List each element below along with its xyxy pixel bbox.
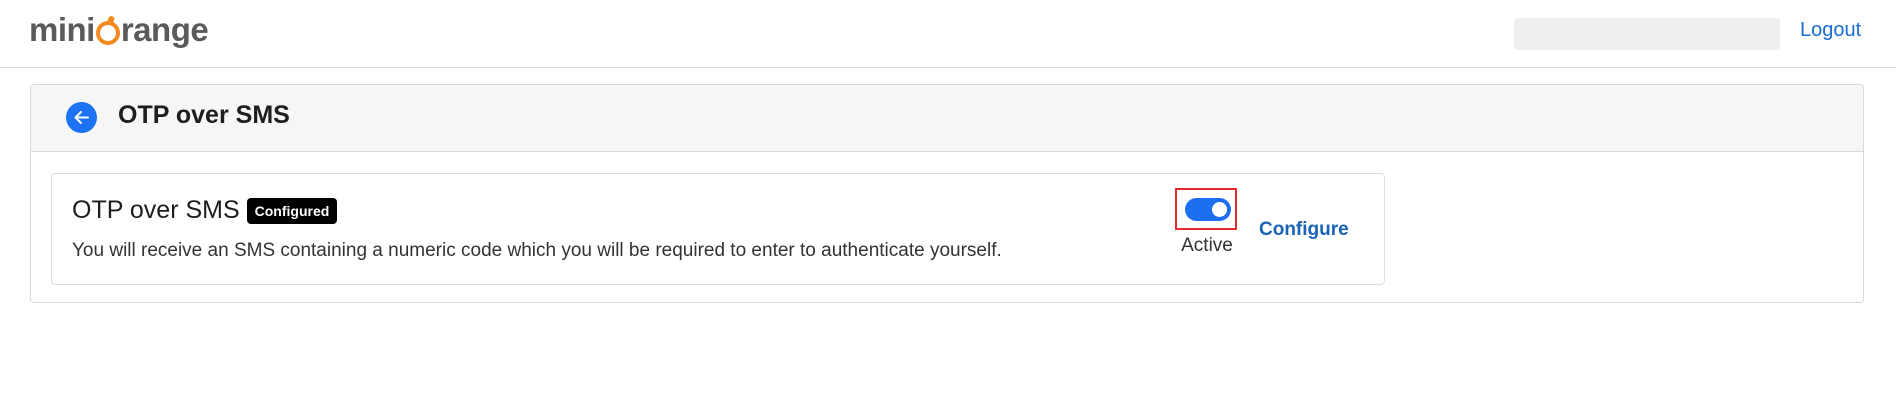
main-card: OTP over SMS OTP over SMS Configured You… <box>30 84 1864 303</box>
logo-text-prefix: mini <box>29 11 95 48</box>
method-card: OTP over SMS Configured You will receive… <box>51 173 1385 285</box>
logo-text-suffix: range <box>120 11 209 48</box>
toggle-knob <box>1212 202 1227 217</box>
logo-o-icon <box>95 21 120 45</box>
arrow-left-icon <box>74 111 89 124</box>
back-button[interactable] <box>66 102 97 133</box>
toggle-highlight-frame <box>1175 188 1237 230</box>
logout-link[interactable]: Logout <box>1800 19 1861 42</box>
method-title: OTP over SMS <box>72 196 240 224</box>
status-badge: Configured <box>246 197 338 224</box>
search-input[interactable] <box>1514 18 1780 50</box>
card-header: OTP over SMS <box>31 85 1863 152</box>
configure-button[interactable]: Configure <box>1259 219 1349 241</box>
page-title: OTP over SMS <box>118 101 290 129</box>
active-toggle[interactable] <box>1185 198 1231 221</box>
miniorange-logo[interactable]: mini range <box>29 11 209 51</box>
toggle-label: Active <box>1181 235 1233 256</box>
method-title-row: OTP over SMS Configured <box>72 196 338 225</box>
method-description: You will receive an SMS containing a num… <box>72 240 1002 261</box>
top-navbar: mini range Logout <box>0 0 1896 68</box>
